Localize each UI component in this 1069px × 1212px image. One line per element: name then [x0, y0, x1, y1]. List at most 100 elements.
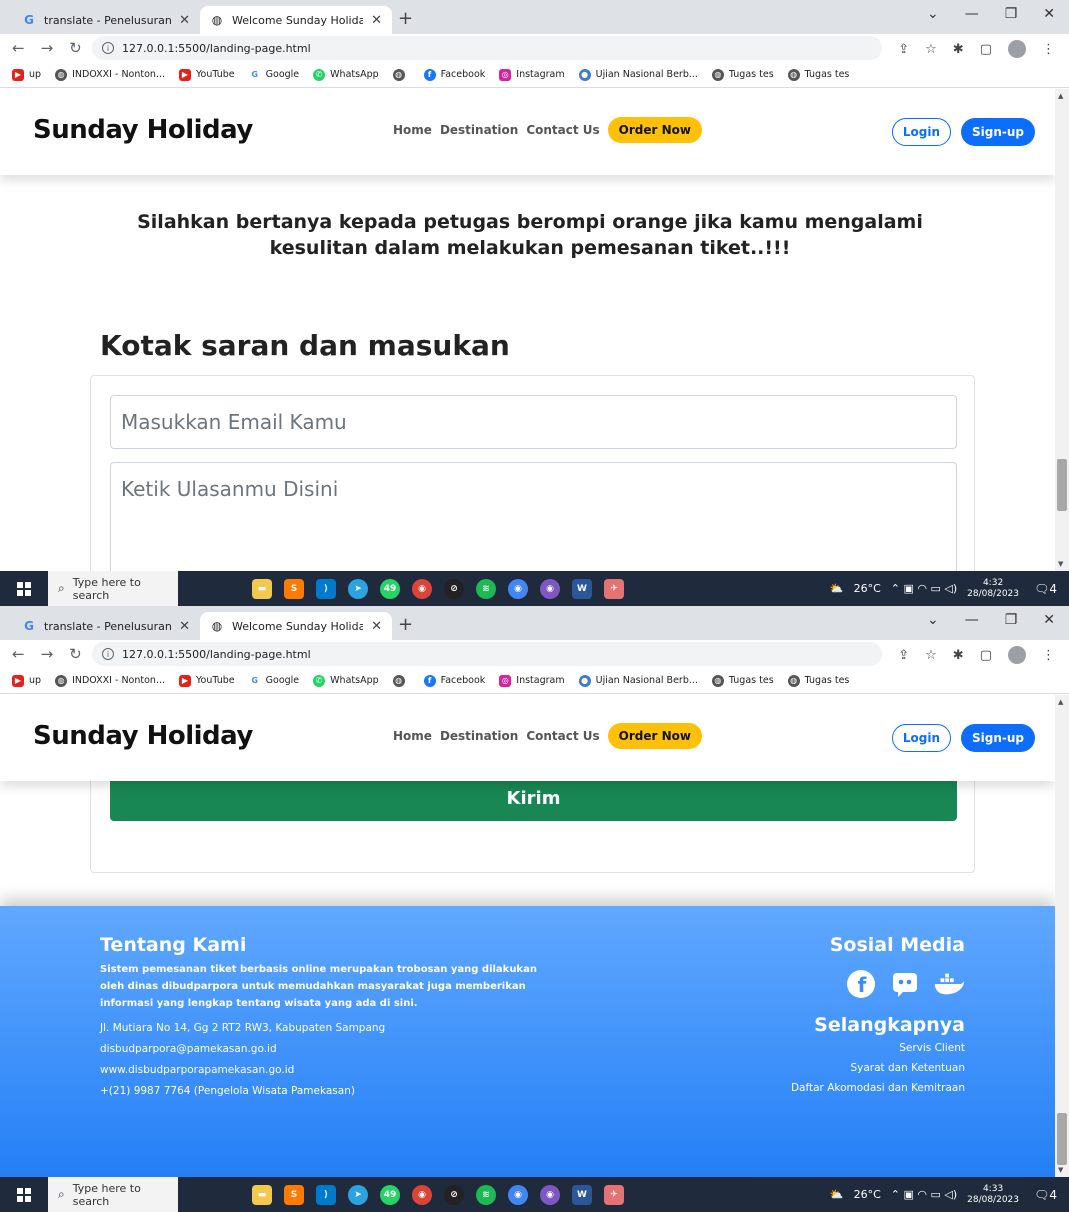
windows-start-icon[interactable] [0, 571, 48, 606]
tab-sunday-holiday[interactable]: ◍ Welcome Sunday Holiday ✕ [200, 6, 392, 34]
bookmark-indoxxi[interactable]: ◍ INDOXXI - Nonton... [55, 68, 165, 81]
page-scrollbar[interactable]: ▲ ▼ [1055, 89, 1069, 571]
review-textarea[interactable]: Ketik Ulasanmu Disini [110, 462, 957, 571]
bookmark-indoxxi[interactable]: ◍ INDOXXI - Nonton... [55, 674, 165, 687]
extensions-icon[interactable]: ✱ [953, 648, 964, 663]
share-icon[interactable]: ⇪ [898, 42, 909, 57]
submit-button[interactable]: Kirim [110, 775, 957, 821]
taskbar-search[interactable]: ⌕ Type here to search [48, 1177, 178, 1212]
info-icon[interactable]: i [102, 42, 114, 54]
chrome-icon[interactable]: ◉ [412, 1184, 432, 1205]
minimize-button[interactable]: — [965, 612, 979, 628]
weather-text[interactable]: 26°C [854, 582, 881, 595]
email-text[interactable]: disbudparpora@pamekasan.go.id [100, 1043, 560, 1055]
whatsapp-icon[interactable]: 49 [380, 1184, 400, 1205]
star-icon[interactable]: ☆ [925, 648, 937, 663]
bookmark-tugas-1[interactable]: ◍ Tugas tes [711, 674, 774, 687]
page-scrollbar[interactable]: ▲ ▼ [1055, 695, 1069, 1177]
taskbar-search[interactable]: ⌕ Type here to search [48, 571, 178, 606]
link-servis-client[interactable]: Servis Client [791, 1042, 965, 1054]
bookmark-instagram[interactable]: ◎ Instagram [499, 68, 565, 81]
avatar[interactable] [1008, 646, 1026, 664]
bookmark-globe[interactable]: ◍ [392, 674, 410, 687]
sublime-icon[interactable]: S [284, 578, 304, 599]
forward-icon[interactable]: → [41, 39, 54, 57]
notification-icon[interactable]: 🗨4 [1034, 582, 1057, 596]
bookmark-ujian[interactable]: ● Ujian Nasional Berb... [578, 68, 698, 81]
vscode-icon[interactable]: ⟩ [316, 578, 336, 599]
app-icon[interactable]: ✈ [604, 578, 624, 599]
tray-icons[interactable]: ⌃ ▣ ◠ ▭ ◁) [891, 582, 957, 595]
sidepanel-icon[interactable]: ▢ [980, 42, 992, 57]
vscode-icon[interactable]: ⟩ [316, 1184, 336, 1205]
bookmark-google[interactable]: G Google [248, 674, 299, 687]
menu-icon[interactable]: ⋮ [1042, 42, 1055, 57]
menu-icon[interactable]: ⋮ [1042, 648, 1055, 663]
back-icon[interactable]: ← [12, 39, 25, 57]
link-akomodasi[interactable]: Daftar Akomodasi dan Kemitraan [791, 1082, 965, 1094]
bookmark-youtube[interactable]: ▶ YouTube [179, 68, 235, 81]
nav-home[interactable]: Home [393, 123, 432, 137]
sidepanel-icon[interactable]: ▢ [980, 648, 992, 663]
email-field[interactable]: Masukkan Email Kamu [110, 395, 957, 449]
chevron-down-icon[interactable]: ⌄ [927, 6, 939, 22]
sublime-icon[interactable]: S [284, 1184, 304, 1205]
link-syarat[interactable]: Syarat dan Ketentuan [791, 1062, 965, 1074]
bookmark-google[interactable]: G Google [248, 68, 299, 81]
weather-text[interactable]: 26°C [854, 1188, 881, 1201]
nav-destination[interactable]: Destination [440, 729, 518, 743]
bookmark-youtube[interactable]: ▶ YouTube [179, 674, 235, 687]
chrome-icon[interactable]: ◉ [508, 1184, 528, 1205]
clock[interactable]: 4:32 28/08/2023 [967, 578, 1019, 600]
spotify-icon[interactable]: ≋ [476, 1184, 496, 1205]
restore-button[interactable]: ❐ [1005, 6, 1018, 22]
app-icon[interactable]: ⊘ [444, 1184, 464, 1205]
notification-icon[interactable]: 🗨4 [1034, 1188, 1057, 1202]
address-bar[interactable]: i 127.0.0.1:5500/landing-page.html [92, 642, 882, 666]
tab-sunday-holiday[interactable]: ◍ Welcome Sunday Holiday ✕ [200, 612, 392, 640]
word-icon[interactable]: W [572, 578, 592, 599]
bookmark-whatsapp[interactable]: ✆ WhatsApp [313, 68, 379, 81]
tab-google[interactable]: G translate - Penelusuran Google ✕ [12, 6, 200, 34]
site-brand[interactable]: Sunday Holiday [33, 721, 253, 751]
nav-home[interactable]: Home [393, 729, 432, 743]
scroll-thumb[interactable] [1057, 459, 1067, 511]
bookmark-facebook[interactable]: f Facebook [423, 68, 485, 81]
star-icon[interactable]: ☆ [925, 42, 937, 57]
whatsapp-icon[interactable]: 49 [380, 578, 400, 599]
chrome-profile-icon[interactable]: ◉ [540, 578, 560, 599]
info-icon[interactable]: i [102, 648, 114, 660]
close-icon[interactable]: ✕ [371, 13, 382, 28]
website-text[interactable]: www.disbudparporapamekasan.go.id [100, 1064, 560, 1076]
bookmark-tugas-2[interactable]: ◍ Tugas tes [787, 674, 849, 687]
bookmark-instagram[interactable]: ◎ Instagram [499, 674, 565, 687]
telegram-icon[interactable]: ➤ [348, 578, 368, 599]
back-icon[interactable]: ← [12, 645, 25, 663]
order-now-button[interactable]: Order Now [607, 723, 702, 749]
bookmark-tugas-2[interactable]: ◍ Tugas tes [787, 68, 849, 81]
scroll-down-icon[interactable]: ▼ [1058, 560, 1063, 568]
close-icon[interactable]: ✕ [179, 13, 190, 28]
bookmark-ujian[interactable]: ● Ujian Nasional Berb... [578, 674, 698, 687]
address-bar[interactable]: i 127.0.0.1:5500/landing-page.html [92, 36, 882, 60]
word-icon[interactable]: W [572, 1184, 592, 1205]
chrome-icon[interactable]: ◉ [412, 578, 432, 599]
telegram-icon[interactable]: ➤ [348, 1184, 368, 1205]
facebook-icon[interactable]: f [845, 968, 877, 1000]
weather-icon[interactable]: ⛅ [830, 582, 844, 595]
scroll-up-icon[interactable]: ▲ [1058, 698, 1063, 706]
login-button[interactable]: Login [891, 724, 951, 752]
close-icon[interactable]: ✕ [179, 619, 190, 634]
close-icon[interactable]: ✕ [371, 619, 382, 634]
file-explorer-icon[interactable]: ▬ [252, 578, 272, 599]
login-button[interactable]: Login [891, 118, 951, 146]
share-icon[interactable]: ⇪ [898, 648, 909, 663]
forward-icon[interactable]: → [41, 645, 54, 663]
scroll-up-icon[interactable]: ▲ [1058, 92, 1063, 100]
tray-icons[interactable]: ⌃ ▣ ◠ ▭ ◁) [891, 1188, 957, 1201]
close-window-button[interactable]: ✕ [1043, 6, 1055, 22]
reload-icon[interactable]: ↻ [69, 39, 82, 57]
reload-icon[interactable]: ↻ [69, 645, 82, 663]
bookmark-up[interactable]: ▶ up [12, 68, 41, 81]
bookmark-whatsapp[interactable]: ✆ WhatsApp [313, 674, 379, 687]
